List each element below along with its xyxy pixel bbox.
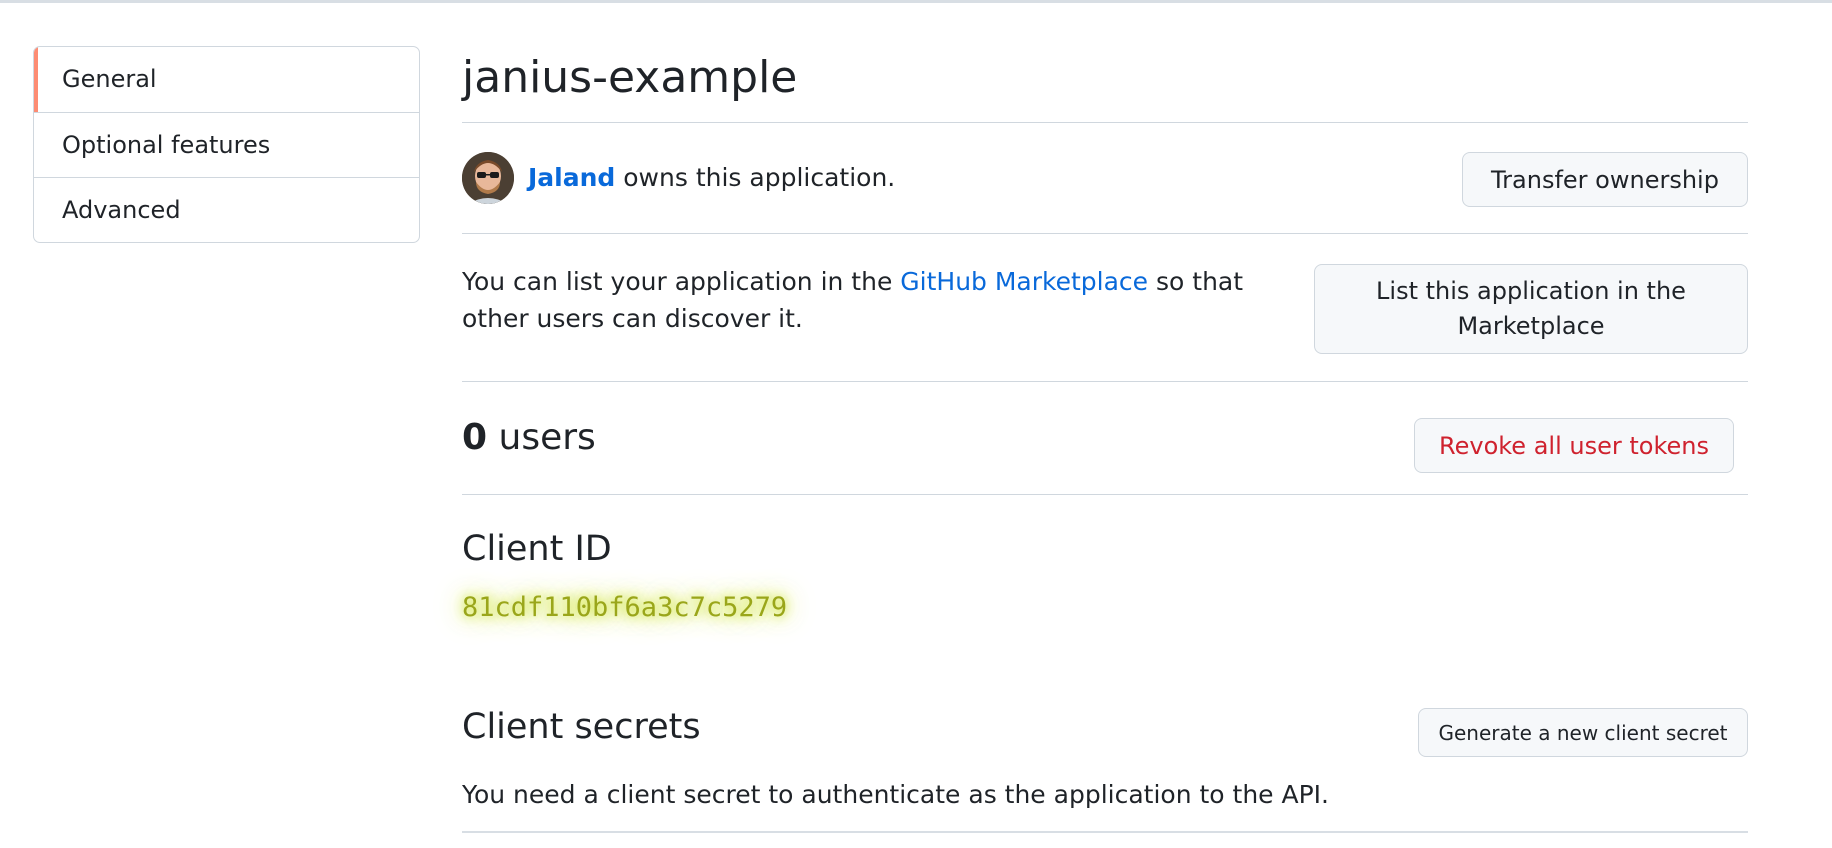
sidebar-item-label: Advanced <box>62 196 181 224</box>
revoke-all-tokens-button[interactable]: Revoke all user tokens <box>1414 418 1734 473</box>
users-count: 0 users <box>462 414 596 462</box>
section-divider <box>462 494 1748 495</box>
client-secrets-heading: Client secrets <box>462 707 701 747</box>
users-count-number: 0 <box>462 417 488 458</box>
owner-link[interactable]: Jaland <box>528 163 615 192</box>
marketplace-description: You can list your application in the Git… <box>462 263 1282 337</box>
owner-suffix: owns this application. <box>615 163 896 192</box>
section-divider <box>462 831 1748 833</box>
marketplace-link[interactable]: GitHub Marketplace <box>900 267 1148 296</box>
sidebar-item-optional-features[interactable]: Optional features <box>34 112 419 177</box>
users-count-label: users <box>487 417 596 458</box>
avatar[interactable] <box>462 152 514 204</box>
generate-client-secret-button[interactable]: Generate a new client secret <box>1418 708 1748 757</box>
sidebar-item-label: Optional features <box>62 131 271 159</box>
settings-sidebar: General Optional features Advanced <box>33 46 420 243</box>
sidebar-item-label: General <box>62 65 157 93</box>
sidebar-item-advanced[interactable]: Advanced <box>34 177 419 242</box>
client-id-heading: Client ID <box>462 529 612 569</box>
sidebar-item-general[interactable]: General <box>34 47 419 112</box>
avatar-image <box>462 152 514 204</box>
client-secret-description: You need a client secret to authenticate… <box>462 780 1330 809</box>
marketplace-text-before: You can list your application in the <box>462 267 901 296</box>
page-title: janius-example <box>462 52 798 103</box>
section-divider <box>462 381 1748 382</box>
owner-statement: Jaland owns this application. <box>528 162 895 194</box>
list-in-marketplace-button[interactable]: List this application in the Marketplace <box>1314 264 1748 354</box>
section-divider <box>462 122 1748 123</box>
client-id-value: 81cdf110bf6a3c7c5279 <box>462 592 788 623</box>
owner-row: Jaland owns this application. Transfer o… <box>462 152 1748 207</box>
top-divider <box>0 0 1832 3</box>
section-divider <box>462 233 1748 234</box>
transfer-ownership-button[interactable]: Transfer ownership <box>1462 152 1748 207</box>
